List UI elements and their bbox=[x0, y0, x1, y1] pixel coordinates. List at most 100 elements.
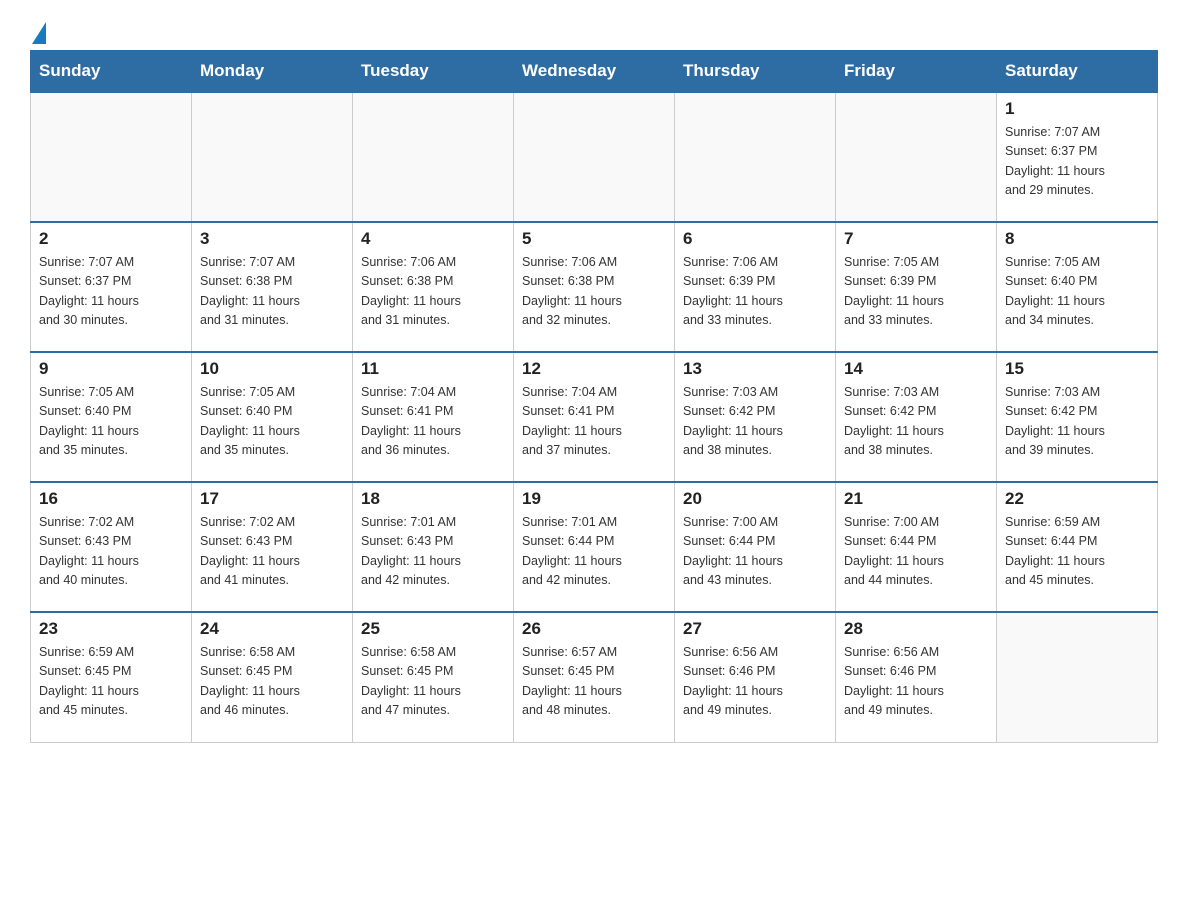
calendar-cell: 23 Sunrise: 6:59 AMSunset: 6:45 PMDayligh… bbox=[31, 612, 192, 742]
day-info: Sunrise: 7:05 AMSunset: 6:39 PMDaylight:… bbox=[844, 253, 988, 331]
weekday-header-tuesday: Tuesday bbox=[353, 51, 514, 93]
calendar-cell: 24 Sunrise: 6:58 AMSunset: 6:45 PMDayligh… bbox=[192, 612, 353, 742]
calendar-week-5: 23 Sunrise: 6:59 AMSunset: 6:45 PMDayligh… bbox=[31, 612, 1158, 742]
day-info: Sunrise: 7:07 AMSunset: 6:37 PMDaylight:… bbox=[39, 253, 183, 331]
calendar-cell: 12 Sunrise: 7:04 AMSunset: 6:41 PMDayligh… bbox=[514, 352, 675, 482]
calendar-cell: 15 Sunrise: 7:03 AMSunset: 6:42 PMDayligh… bbox=[997, 352, 1158, 482]
day-number: 13 bbox=[683, 359, 827, 379]
day-info: Sunrise: 7:05 AMSunset: 6:40 PMDaylight:… bbox=[1005, 253, 1149, 331]
calendar-cell: 26 Sunrise: 6:57 AMSunset: 6:45 PMDayligh… bbox=[514, 612, 675, 742]
day-info: Sunrise: 7:06 AMSunset: 6:39 PMDaylight:… bbox=[683, 253, 827, 331]
calendar-cell: 27 Sunrise: 6:56 AMSunset: 6:46 PMDayligh… bbox=[675, 612, 836, 742]
day-number: 6 bbox=[683, 229, 827, 249]
calendar-cell bbox=[997, 612, 1158, 742]
day-number: 19 bbox=[522, 489, 666, 509]
day-number: 3 bbox=[200, 229, 344, 249]
weekday-header-monday: Monday bbox=[192, 51, 353, 93]
calendar-cell: 6 Sunrise: 7:06 AMSunset: 6:39 PMDaylight… bbox=[675, 222, 836, 352]
calendar-cell: 7 Sunrise: 7:05 AMSunset: 6:39 PMDaylight… bbox=[836, 222, 997, 352]
day-number: 28 bbox=[844, 619, 988, 639]
calendar-week-2: 2 Sunrise: 7:07 AMSunset: 6:37 PMDaylight… bbox=[31, 222, 1158, 352]
calendar-cell: 3 Sunrise: 7:07 AMSunset: 6:38 PMDaylight… bbox=[192, 222, 353, 352]
day-info: Sunrise: 7:00 AMSunset: 6:44 PMDaylight:… bbox=[844, 513, 988, 591]
day-info: Sunrise: 6:58 AMSunset: 6:45 PMDaylight:… bbox=[200, 643, 344, 721]
day-info: Sunrise: 7:02 AMSunset: 6:43 PMDaylight:… bbox=[200, 513, 344, 591]
calendar-cell: 16 Sunrise: 7:02 AMSunset: 6:43 PMDayligh… bbox=[31, 482, 192, 612]
calendar-cell: 4 Sunrise: 7:06 AMSunset: 6:38 PMDaylight… bbox=[353, 222, 514, 352]
page-header bbox=[30, 20, 1158, 40]
day-number: 10 bbox=[200, 359, 344, 379]
day-number: 17 bbox=[200, 489, 344, 509]
calendar-cell: 14Sunrise: 7:03 AMSunset: 6:42 PMDayligh… bbox=[836, 352, 997, 482]
day-info: Sunrise: 7:02 AMSunset: 6:43 PMDaylight:… bbox=[39, 513, 183, 591]
day-info: Sunrise: 6:56 AMSunset: 6:46 PMDaylight:… bbox=[683, 643, 827, 721]
day-number: 18 bbox=[361, 489, 505, 509]
day-number: 5 bbox=[522, 229, 666, 249]
calendar-cell bbox=[514, 92, 675, 222]
weekday-header-thursday: Thursday bbox=[675, 51, 836, 93]
day-number: 7 bbox=[844, 229, 988, 249]
day-number: 12 bbox=[522, 359, 666, 379]
calendar-cell: 8 Sunrise: 7:05 AMSunset: 6:40 PMDaylight… bbox=[997, 222, 1158, 352]
weekday-header-row: SundayMondayTuesdayWednesdayThursdayFrid… bbox=[31, 51, 1158, 93]
day-number: 23 bbox=[39, 619, 183, 639]
logo bbox=[30, 20, 68, 40]
day-number: 22 bbox=[1005, 489, 1149, 509]
calendar-cell: 17 Sunrise: 7:02 AMSunset: 6:43 PMDayligh… bbox=[192, 482, 353, 612]
day-info: Sunrise: 6:56 AMSunset: 6:46 PMDaylight:… bbox=[844, 643, 988, 721]
calendar-week-1: 1 Sunrise: 7:07 AMSunset: 6:37 PMDaylight… bbox=[31, 92, 1158, 222]
day-info: Sunrise: 7:04 AMSunset: 6:41 PMDaylight:… bbox=[361, 383, 505, 461]
day-info: Sunrise: 7:03 AMSunset: 6:42 PMDaylight:… bbox=[1005, 383, 1149, 461]
calendar-cell: 21 Sunrise: 7:00 AMSunset: 6:44 PMDayligh… bbox=[836, 482, 997, 612]
day-number: 16 bbox=[39, 489, 183, 509]
calendar-cell: 25Sunrise: 6:58 AMSunset: 6:45 PMDayligh… bbox=[353, 612, 514, 742]
calendar-cell: 9 Sunrise: 7:05 AMSunset: 6:40 PMDaylight… bbox=[31, 352, 192, 482]
day-info: Sunrise: 7:01 AMSunset: 6:43 PMDaylight:… bbox=[361, 513, 505, 591]
day-info: Sunrise: 6:57 AMSunset: 6:45 PMDaylight:… bbox=[522, 643, 666, 721]
day-info: Sunrise: 7:05 AMSunset: 6:40 PMDaylight:… bbox=[39, 383, 183, 461]
calendar-cell: 13 Sunrise: 7:03 AMSunset: 6:42 PMDayligh… bbox=[675, 352, 836, 482]
day-number: 4 bbox=[361, 229, 505, 249]
day-number: 26 bbox=[522, 619, 666, 639]
calendar-cell: 19 Sunrise: 7:01 AMSunset: 6:44 PMDayligh… bbox=[514, 482, 675, 612]
calendar-cell bbox=[675, 92, 836, 222]
calendar-week-3: 9 Sunrise: 7:05 AMSunset: 6:40 PMDaylight… bbox=[31, 352, 1158, 482]
day-info: Sunrise: 6:59 AMSunset: 6:44 PMDaylight:… bbox=[1005, 513, 1149, 591]
weekday-header-sunday: Sunday bbox=[31, 51, 192, 93]
day-number: 11 bbox=[361, 359, 505, 379]
day-number: 24 bbox=[200, 619, 344, 639]
day-number: 15 bbox=[1005, 359, 1149, 379]
day-info: Sunrise: 7:06 AMSunset: 6:38 PMDaylight:… bbox=[522, 253, 666, 331]
day-number: 9 bbox=[39, 359, 183, 379]
calendar-cell bbox=[836, 92, 997, 222]
weekday-header-wednesday: Wednesday bbox=[514, 51, 675, 93]
calendar-cell bbox=[192, 92, 353, 222]
calendar-cell: 1 Sunrise: 7:07 AMSunset: 6:37 PMDaylight… bbox=[997, 92, 1158, 222]
day-info: Sunrise: 7:06 AMSunset: 6:38 PMDaylight:… bbox=[361, 253, 505, 331]
calendar-cell: 5 Sunrise: 7:06 AMSunset: 6:38 PMDaylight… bbox=[514, 222, 675, 352]
day-number: 1 bbox=[1005, 99, 1149, 119]
calendar-cell: 18 Sunrise: 7:01 AMSunset: 6:43 PMDayligh… bbox=[353, 482, 514, 612]
calendar-cell bbox=[31, 92, 192, 222]
logo-triangle-icon bbox=[32, 22, 46, 44]
calendar-week-4: 16 Sunrise: 7:02 AMSunset: 6:43 PMDayligh… bbox=[31, 482, 1158, 612]
day-info: Sunrise: 6:59 AMSunset: 6:45 PMDaylight:… bbox=[39, 643, 183, 721]
day-info: Sunrise: 7:01 AMSunset: 6:44 PMDaylight:… bbox=[522, 513, 666, 591]
day-number: 2 bbox=[39, 229, 183, 249]
day-info: Sunrise: 7:04 AMSunset: 6:41 PMDaylight:… bbox=[522, 383, 666, 461]
calendar-cell: 10Sunrise: 7:05 AMSunset: 6:40 PMDayligh… bbox=[192, 352, 353, 482]
calendar-cell: 28 Sunrise: 6:56 AMSunset: 6:46 PMDayligh… bbox=[836, 612, 997, 742]
calendar-cell: 20Sunrise: 7:00 AMSunset: 6:44 PMDayligh… bbox=[675, 482, 836, 612]
calendar-cell: 22 Sunrise: 6:59 AMSunset: 6:44 PMDayligh… bbox=[997, 482, 1158, 612]
day-number: 27 bbox=[683, 619, 827, 639]
day-number: 21 bbox=[844, 489, 988, 509]
calendar-cell: 11 Sunrise: 7:04 AMSunset: 6:41 PMDayligh… bbox=[353, 352, 514, 482]
calendar-table: SundayMondayTuesdayWednesdayThursdayFrid… bbox=[30, 50, 1158, 743]
day-number: 8 bbox=[1005, 229, 1149, 249]
day-info: Sunrise: 7:07 AMSunset: 6:38 PMDaylight:… bbox=[200, 253, 344, 331]
weekday-header-saturday: Saturday bbox=[997, 51, 1158, 93]
day-info: Sunrise: 6:58 AMSunset: 6:45 PMDaylight:… bbox=[361, 643, 505, 721]
calendar-cell: 2 Sunrise: 7:07 AMSunset: 6:37 PMDaylight… bbox=[31, 222, 192, 352]
day-info: Sunrise: 7:03 AMSunset: 6:42 PMDaylight:… bbox=[683, 383, 827, 461]
day-info: Sunrise: 7:07 AMSunset: 6:37 PMDaylight:… bbox=[1005, 123, 1149, 201]
